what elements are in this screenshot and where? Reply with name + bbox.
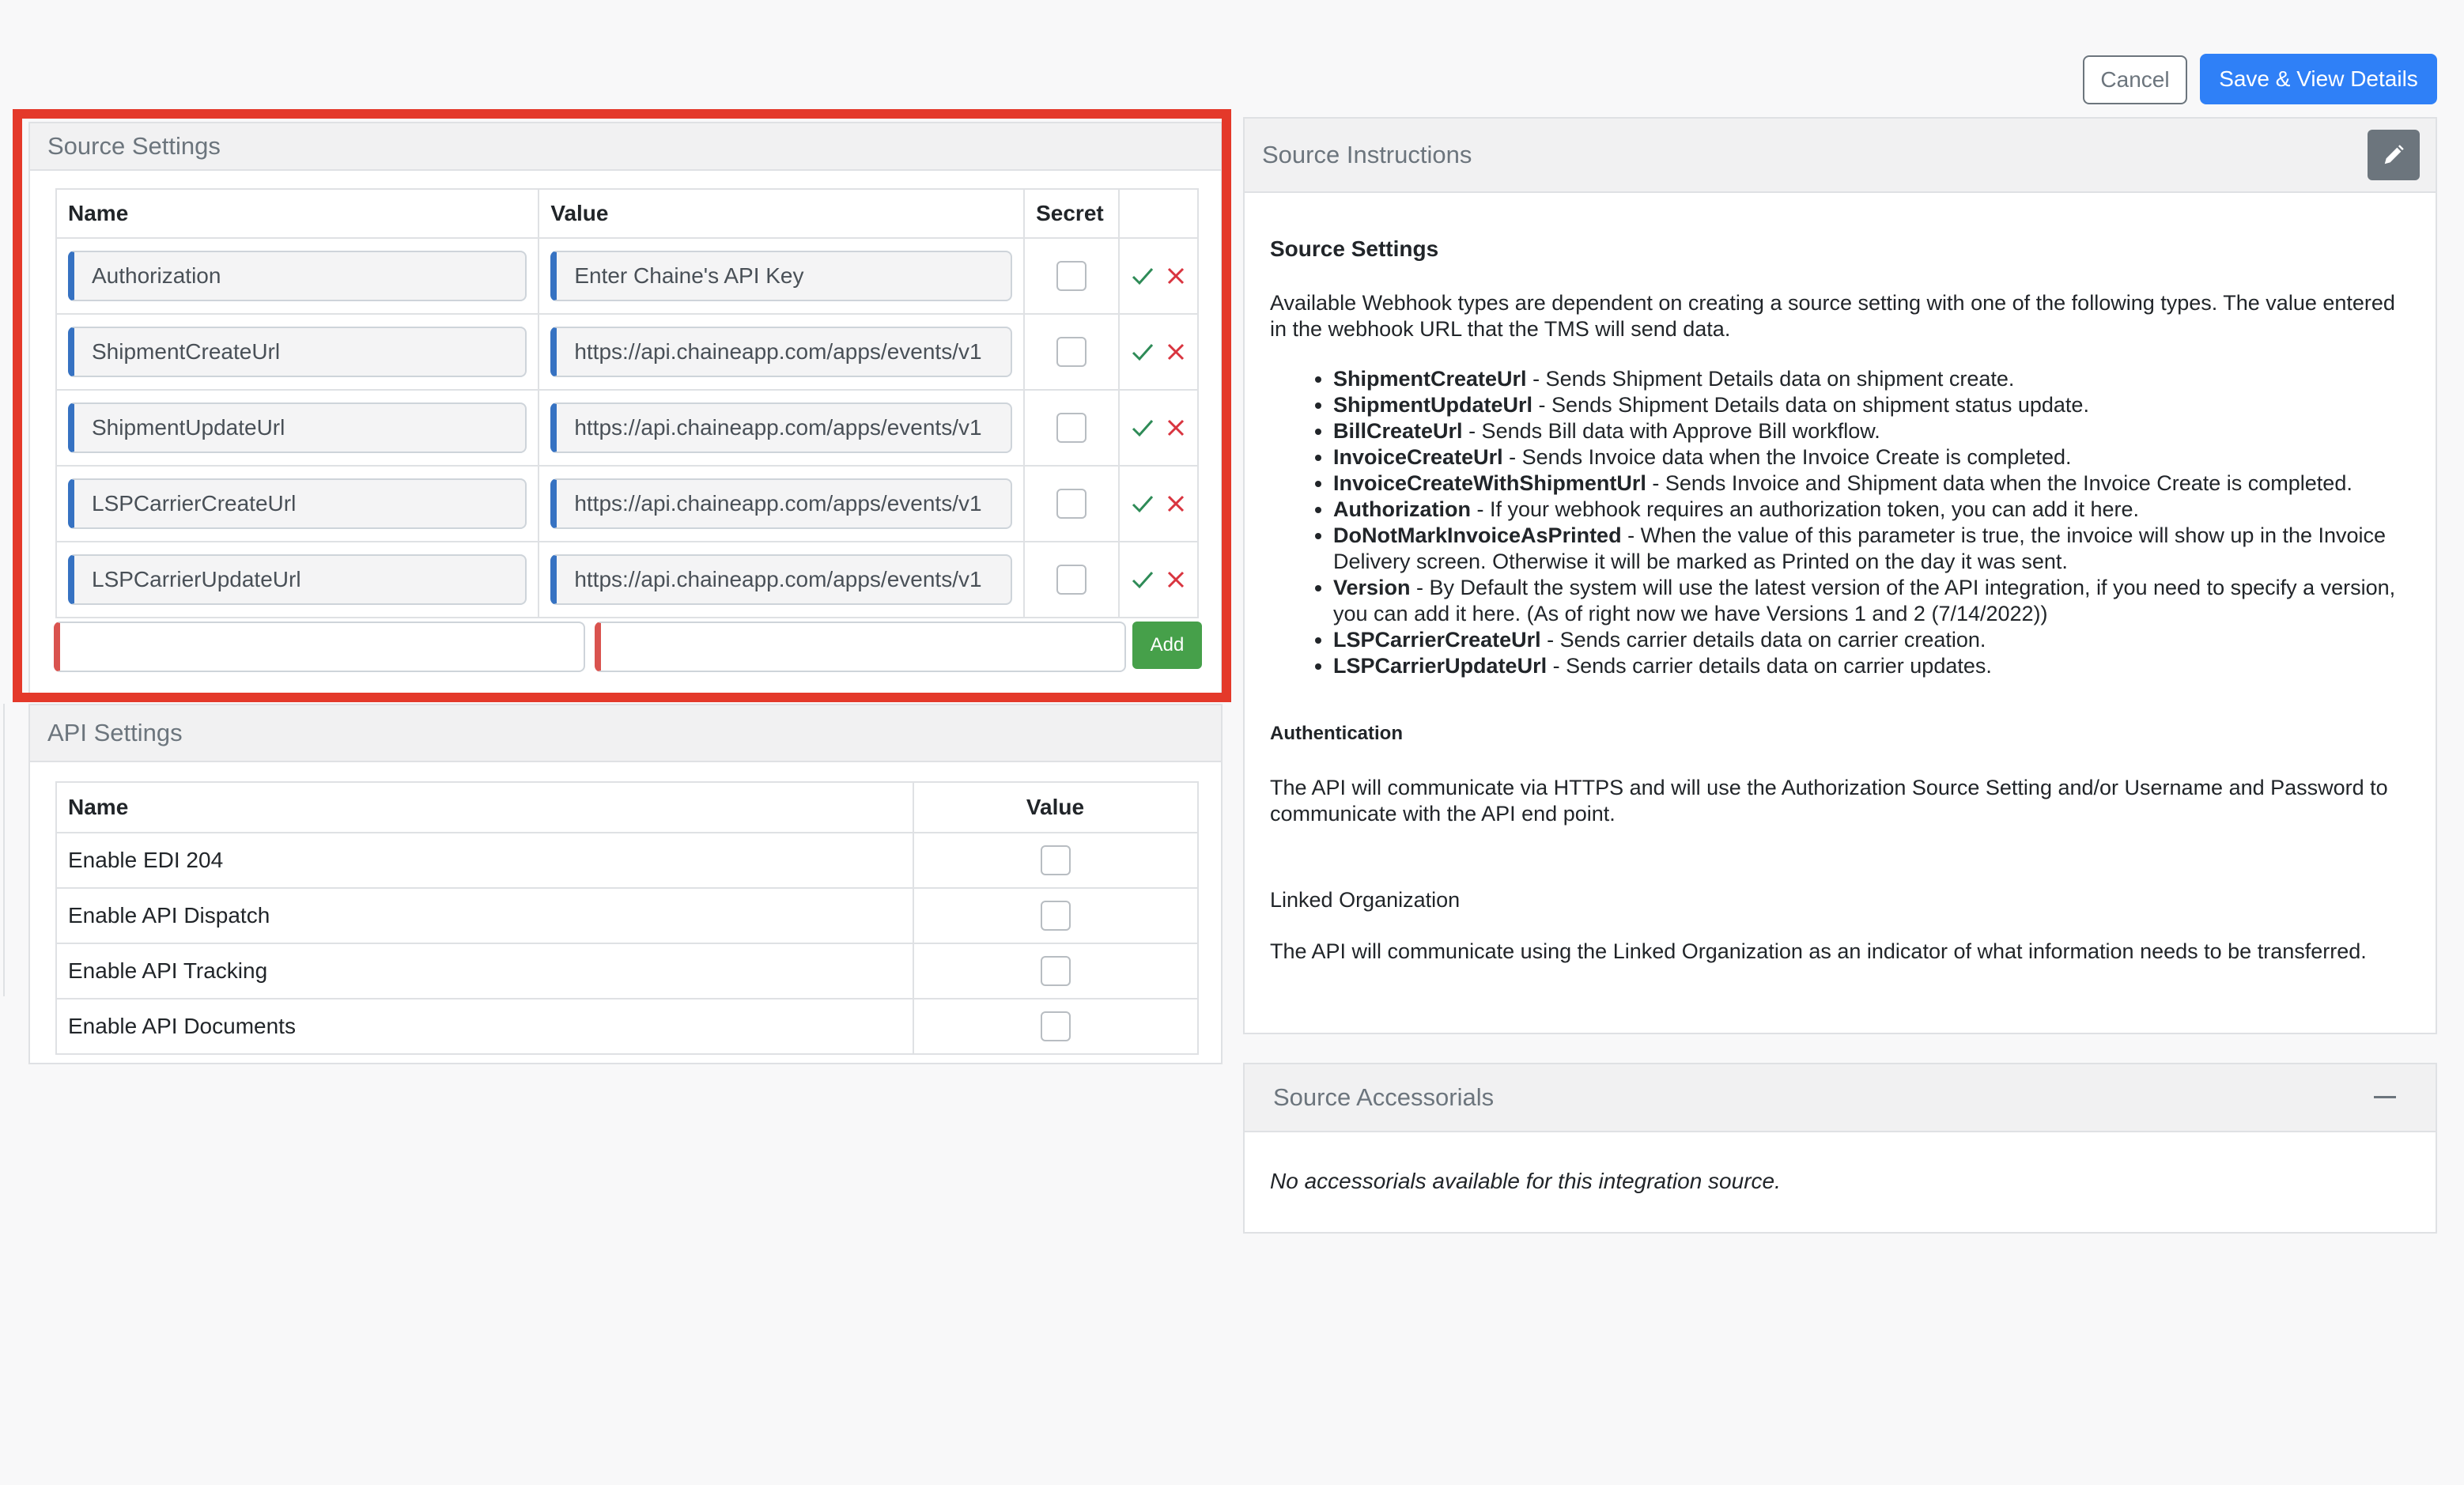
list-item: BillCreateUrl - Sends Bill data with App… [1333, 418, 2404, 444]
list-item: DoNotMarkInvoiceAsPrinted - When the val… [1333, 523, 2404, 575]
left-panel-edge [0, 704, 5, 996]
column-header-name: Name [55, 781, 914, 833]
list-item: LSPCarrierCreateUrl - Sends carrier deta… [1333, 627, 2404, 653]
highlight-box [13, 109, 1231, 702]
instructions-heading: Source Settings [1270, 236, 1439, 261]
api-setting-name: Enable EDI 204 [55, 832, 914, 889]
list-item: ShipmentCreateUrl - Sends Shipment Detai… [1333, 366, 2404, 392]
list-item: Authorization - If your webhook requires… [1333, 497, 2404, 523]
column-header-value: Value [913, 781, 1199, 833]
list-item: ShipmentUpdateUrl - Sends Shipment Detai… [1333, 392, 2404, 418]
cancel-button[interactable]: Cancel [2083, 55, 2187, 104]
instructions-body: Source Settings Available Webhook types … [1270, 236, 2404, 965]
api-setting-name: Enable API Tracking [55, 943, 914, 999]
linked-organization-text: The API will communicate using the Linke… [1270, 939, 2367, 963]
save-view-details-button[interactable]: Save & View Details [2200, 54, 2437, 104]
authentication-heading: Authentication [1270, 723, 1403, 744]
api-setting-checkbox[interactable] [1040, 845, 1071, 875]
api-setting-name: Enable API Dispatch [55, 887, 914, 944]
api-setting-checkbox[interactable] [1040, 1011, 1071, 1041]
source-instructions-title: Source Instructions [1245, 119, 2436, 193]
list-item: InvoiceCreateWithShipmentUrl - Sends Inv… [1333, 470, 2404, 497]
linked-organization-heading: Linked Organization [1270, 888, 1461, 912]
source-instructions-panel: Source Instructions Source Settings Avai… [1243, 117, 2437, 1034]
table-row: Enable EDI 204 [55, 832, 1199, 889]
collapse-icon[interactable] [2374, 1096, 2396, 1098]
accessorials-empty-text: No accessorials available for this integ… [1270, 1169, 1781, 1193]
table-row: Enable API Dispatch [55, 887, 1199, 944]
api-setting-name: Enable API Documents [55, 998, 914, 1055]
list-item: Version - By Default the system will use… [1333, 575, 2404, 627]
api-setting-checkbox[interactable] [1040, 901, 1071, 931]
instructions-list: ShipmentCreateUrl - Sends Shipment Detai… [1270, 366, 2404, 679]
pencil-icon [2384, 145, 2404, 164]
edit-button[interactable] [2368, 130, 2420, 180]
api-setting-checkbox[interactable] [1040, 956, 1071, 986]
authentication-text: The API will communicate via HTTPS and w… [1270, 776, 2388, 826]
source-accessorials-panel: Source Accessorials No accessorials avai… [1243, 1063, 2437, 1234]
api-settings-title: API Settings [30, 705, 1221, 762]
table-row: Enable API Tracking [55, 943, 1199, 999]
api-settings-table: Name Value Enable EDI 204 Enable API Dis… [55, 781, 1199, 1055]
list-item: LSPCarrierUpdateUrl - Sends carrier deta… [1333, 653, 2404, 679]
list-item: InvoiceCreateUrl - Sends Invoice data wh… [1333, 444, 2404, 470]
source-accessorials-title: Source Accessorials [1245, 1064, 2436, 1132]
table-row: Enable API Documents [55, 998, 1199, 1055]
instructions-intro: Available Webhook types are dependent on… [1270, 291, 2395, 341]
api-settings-panel: API Settings Name Value Enable EDI 204 E… [28, 704, 1223, 1064]
